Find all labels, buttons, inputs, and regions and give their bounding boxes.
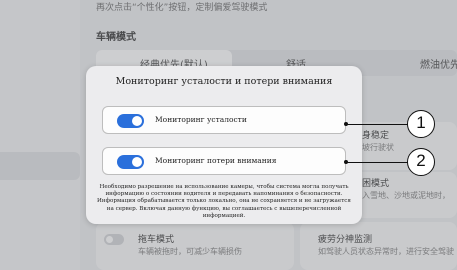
callout-line-1 bbox=[346, 124, 408, 125]
distraction-monitoring-label: Мониторинг потери внимания bbox=[155, 156, 277, 165]
toggle-knob bbox=[132, 116, 142, 126]
dialog-title: Мониторинг усталости и потери внимания bbox=[115, 76, 333, 87]
callout-number-1: 1 bbox=[407, 110, 435, 138]
fatigue-monitoring-label: Мониторинг усталости bbox=[155, 115, 247, 124]
fatigue-monitoring-toggle[interactable] bbox=[117, 114, 144, 128]
toggle-knob bbox=[132, 157, 142, 167]
fatigue-monitoring-option[interactable]: Мониторинг усталости bbox=[102, 106, 346, 134]
distraction-monitoring-toggle[interactable] bbox=[117, 155, 144, 169]
callout-number-2: 2 bbox=[407, 148, 435, 176]
camera-permission-note: Необходимо разрешение на использование к… bbox=[97, 184, 351, 219]
fatigue-monitoring-dialog: Мониторинг усталости и потери внимания М… bbox=[86, 66, 362, 224]
distraction-monitoring-option[interactable]: Мониторинг потери внимания bbox=[102, 147, 346, 175]
callout-line-2 bbox=[346, 162, 408, 163]
